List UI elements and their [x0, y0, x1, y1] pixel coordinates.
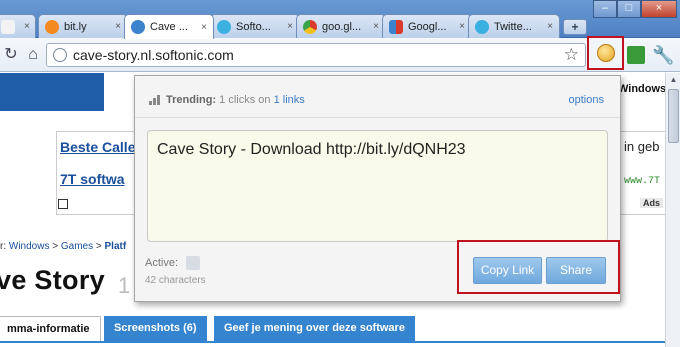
popup-header: Trending: 1 clicks on 1 links options [135, 76, 620, 118]
browser-tab-cave-story[interactable]: Cave ... × [124, 14, 214, 39]
breadcrumb-separator: > [95, 241, 102, 252]
expand-icon[interactable] [58, 199, 68, 209]
browser-tab-googl[interactable]: goo.gl... × [296, 14, 386, 38]
tab-close-icon[interactable]: × [373, 21, 379, 32]
tweet-textarea[interactable]: Cave Story - Download http://bit.ly/dQNH… [147, 130, 608, 242]
vertical-scrollbar[interactable]: ▲ [665, 73, 680, 347]
browser-toolbar: ↻ ⌂ cave-story.nl.softonic.com ☆ [0, 38, 680, 72]
url-text: cave-story.nl.softonic.com [73, 47, 234, 63]
browser-tab[interactable]: × [0, 14, 36, 38]
twitter-bird-icon [475, 19, 489, 34]
trending-text: 1 clicks on [216, 94, 274, 106]
ad-url: www.7T [624, 176, 661, 187]
tab-close-icon[interactable]: × [115, 21, 121, 32]
minimize-button[interactable]: – [593, 0, 617, 18]
bitly-smiley-icon [597, 44, 615, 62]
character-count: 42 characters [145, 275, 206, 286]
bookmark-star-icon[interactable]: ☆ [564, 45, 579, 65]
bitly-extension-button[interactable] [587, 36, 624, 70]
twitter-bird-icon [217, 19, 231, 34]
options-link[interactable]: options [569, 94, 604, 106]
tab-close-icon[interactable]: × [459, 21, 465, 32]
globe-icon [53, 48, 67, 62]
softonic-icon [131, 20, 145, 34]
tab-review[interactable]: Geef je mening over deze software [214, 316, 415, 342]
tab-title: Googl... [408, 20, 447, 33]
page-favicon-icon [1, 19, 15, 34]
bar-chart-icon [149, 95, 161, 105]
trending-links-link[interactable]: 1 links [274, 94, 305, 106]
tab-screenshots[interactable]: Screenshots (6) [104, 316, 207, 342]
tab-title: goo.gl... [322, 20, 362, 33]
ad-snippet: in geb [624, 139, 660, 154]
tab-title: Cave ... [150, 21, 188, 33]
ad-link[interactable]: 7T softwa [60, 171, 125, 187]
browser-tab-twitter[interactable]: Twitte... × [468, 14, 560, 38]
breadcrumb-link[interactable]: Windows [9, 241, 50, 252]
breadcrumb: r: Windows > Games > Platf [0, 241, 126, 252]
browser-tab-google[interactable]: Googl... × [382, 14, 472, 38]
highlight-box [457, 240, 620, 294]
tab-title: Twitte... [494, 20, 532, 33]
tab-close-icon[interactable]: × [547, 21, 553, 32]
tab-underline [0, 341, 665, 343]
reload-icon[interactable]: ↻ [0, 44, 22, 66]
tab-close-icon[interactable]: × [201, 22, 207, 33]
active-label: Active: [145, 257, 179, 269]
tab-title: Softo... [236, 20, 271, 33]
close-window-button[interactable]: × [641, 0, 677, 18]
home-icon[interactable]: ⌂ [22, 44, 44, 66]
tab-title: bit.ly [64, 20, 87, 33]
tab-strip: × bit.ly × Cave ... × Softo... × goo.gl.… [0, 0, 680, 39]
tab-close-icon[interactable]: × [24, 21, 30, 32]
breadcrumb-separator: > [52, 241, 59, 252]
breadcrumb-link[interactable]: Games [61, 241, 93, 252]
chrome-icon [303, 19, 317, 34]
page-title: ve Story [0, 265, 105, 295]
tab-close-icon[interactable]: × [287, 21, 293, 32]
browser-tab-softonic[interactable]: Softo... × [210, 14, 300, 38]
scroll-thumb[interactable] [668, 89, 679, 143]
breadcrumb-link[interactable]: Platf [105, 241, 127, 252]
google-icon [389, 19, 403, 34]
wrench-icon[interactable]: 🔧 [652, 46, 674, 64]
scroll-up-icon[interactable]: ▲ [667, 73, 680, 87]
trending-label: Trending: [166, 94, 217, 106]
platform-label: Windows [618, 83, 665, 95]
extension-green-icon[interactable] [627, 46, 645, 64]
ads-badge[interactable]: Ads [640, 198, 664, 208]
maximize-button[interactable]: □ [617, 0, 641, 18]
bitly-fish-icon [45, 19, 59, 34]
browser-tab-bitly[interactable]: bit.ly × [38, 14, 128, 38]
twitter-account-icon[interactable] [186, 256, 200, 270]
new-tab-button[interactable]: + [563, 19, 587, 35]
trending-stats: Trending: 1 clicks on 1 links [166, 94, 305, 106]
ad-link[interactable]: Beste Calle [60, 139, 135, 155]
breadcrumb-prefix: r: [0, 241, 7, 252]
address-bar[interactable]: cave-story.nl.softonic.com ☆ [46, 43, 586, 67]
tab-program-info[interactable]: mma-informatie [0, 316, 101, 342]
title-suffix: 1 [118, 273, 131, 298]
site-banner [0, 73, 104, 111]
tweet-text: Cave Story - Download http://bit.ly/dQNH… [157, 141, 466, 158]
